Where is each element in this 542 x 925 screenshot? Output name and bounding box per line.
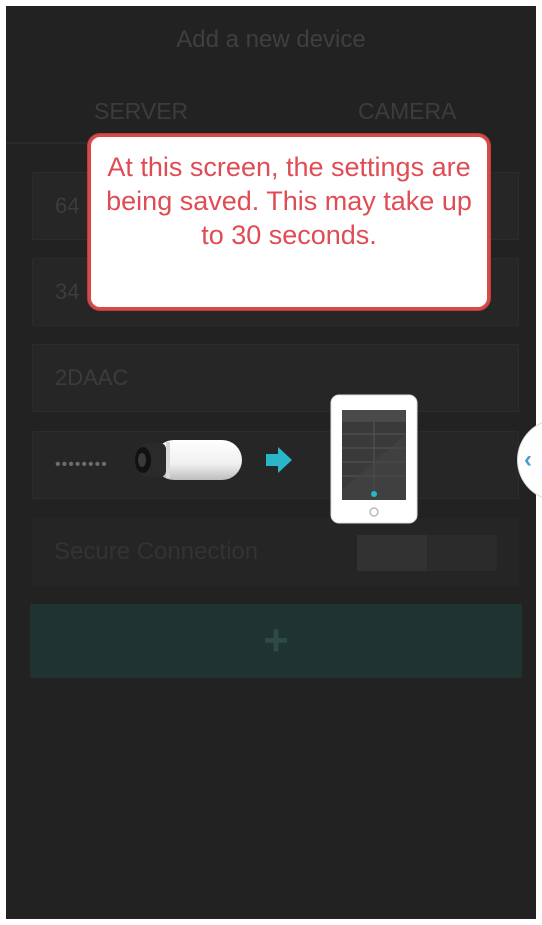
camera-icon [135, 440, 242, 480]
phone-device-icon [330, 394, 418, 524]
toggle-knob [357, 535, 427, 571]
tab-camera[interactable]: CAMERA [358, 98, 456, 125]
arrow-right-icon [266, 447, 292, 473]
add-device-button[interactable]: + [30, 604, 522, 678]
secure-connection-toggle[interactable] [357, 535, 497, 571]
secure-connection-row: Secure Connection [32, 518, 519, 586]
device-id-field[interactable]: 2DAAC [32, 344, 519, 412]
chevron-left-icon: ‹ [524, 446, 532, 473]
page-title: Add a new device [176, 26, 366, 53]
saving-callout: At this screen, the settings are being s… [88, 134, 490, 310]
secure-connection-label: Secure Connection [54, 538, 259, 565]
tab-server[interactable]: SERVER [94, 98, 188, 125]
